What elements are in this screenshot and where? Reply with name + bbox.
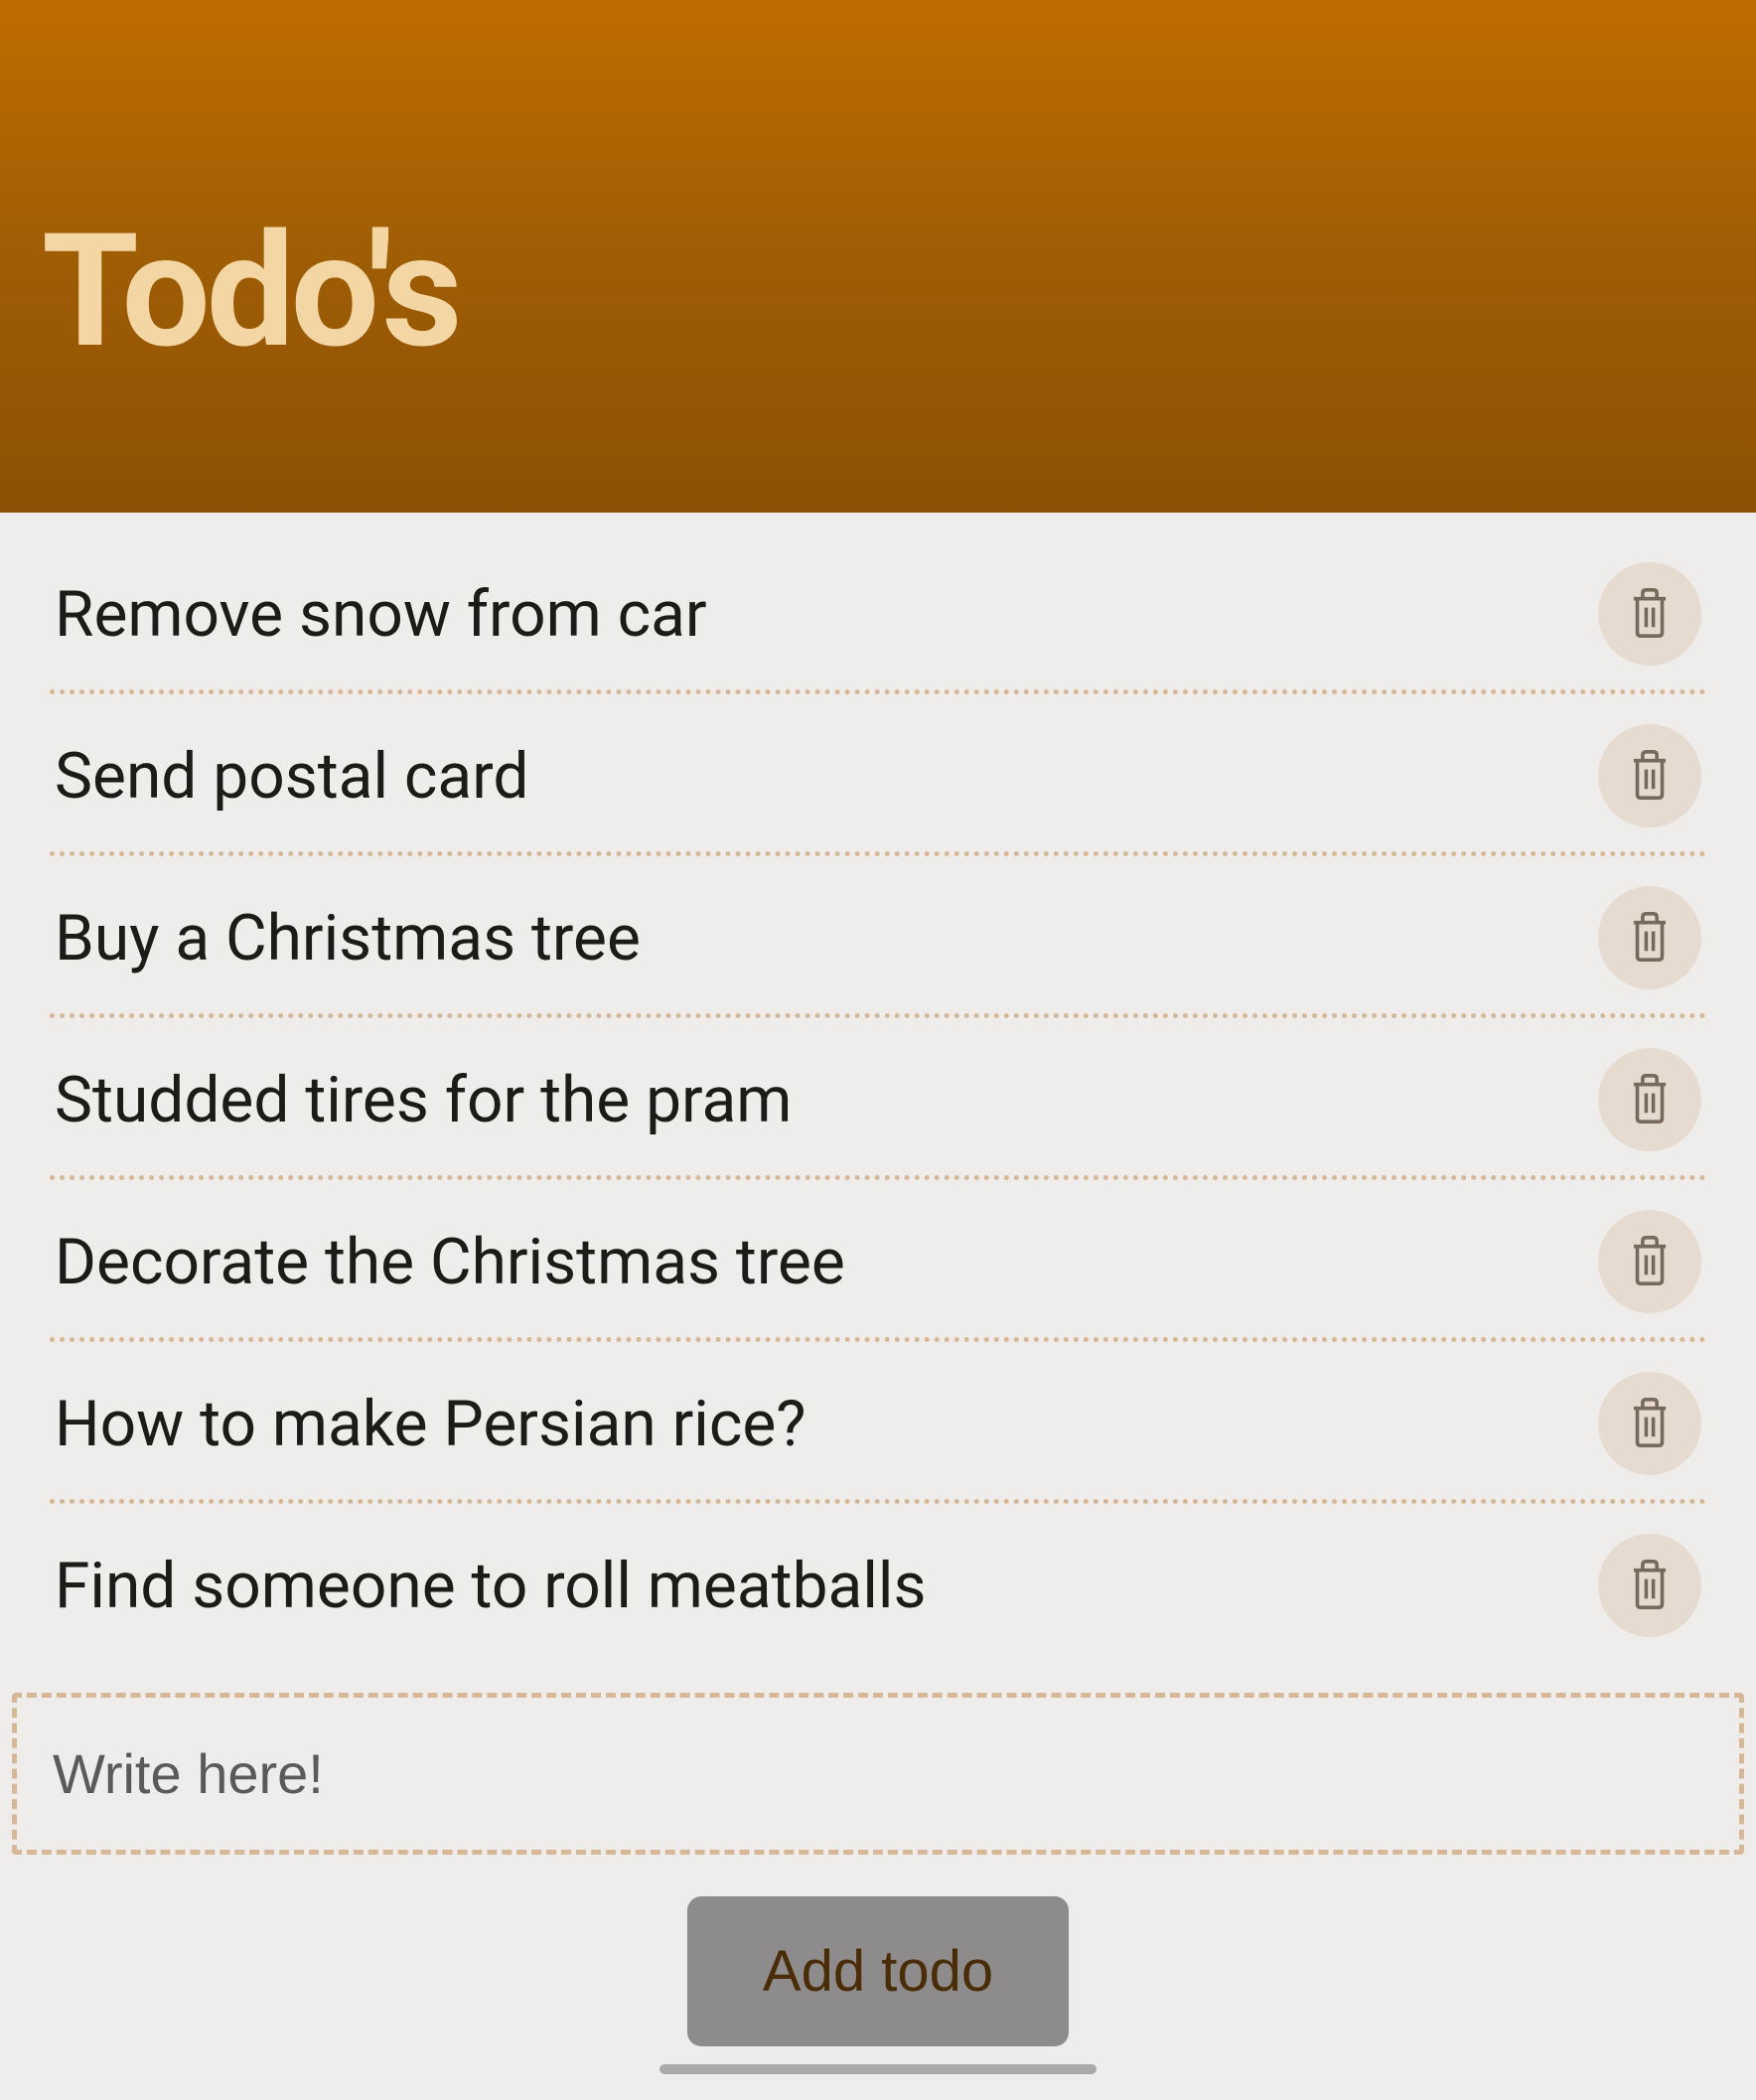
delete-button[interactable] [1598, 1210, 1701, 1313]
todo-text: Buy a Christmas tree [55, 901, 641, 975]
header: Todo's [0, 0, 1756, 513]
trash-icon [1628, 912, 1672, 965]
list-item: Send postal card [50, 694, 1706, 856]
list-item: Decorate the Christmas tree [50, 1180, 1706, 1342]
trash-icon [1628, 1236, 1672, 1288]
list-item: Find someone to roll meatballs [50, 1504, 1706, 1661]
add-todo-button[interactable]: Add todo [687, 1896, 1069, 2046]
list-item: Remove snow from car [50, 532, 1706, 694]
trash-icon [1628, 1560, 1672, 1612]
delete-button[interactable] [1598, 562, 1701, 666]
todo-text: How to make Persian rice? [55, 1387, 806, 1461]
trash-icon [1628, 588, 1672, 641]
todo-text: Decorate the Christmas tree [55, 1225, 845, 1299]
todo-text: Remove snow from car [55, 577, 707, 652]
todo-text: Send postal card [55, 739, 528, 814]
delete-button[interactable] [1598, 1372, 1701, 1475]
input-container [12, 1693, 1744, 1855]
trash-icon [1628, 1074, 1672, 1126]
home-indicator [659, 2064, 1097, 2074]
page-title: Todo's [42, 199, 1714, 383]
list-item: Buy a Christmas tree [50, 856, 1706, 1018]
bottom-indicator-container [0, 2064, 1756, 2074]
todo-text: Find someone to roll meatballs [55, 1549, 926, 1623]
trash-icon [1628, 1398, 1672, 1450]
delete-button[interactable] [1598, 886, 1701, 989]
delete-button[interactable] [1598, 724, 1701, 827]
todo-text: Studded tires for the pram [55, 1063, 792, 1137]
list-item: Studded tires for the pram [50, 1018, 1706, 1180]
trash-icon [1628, 750, 1672, 803]
delete-button[interactable] [1598, 1534, 1701, 1637]
list-item: How to make Persian rice? [50, 1342, 1706, 1504]
new-todo-input[interactable] [53, 1741, 1703, 1806]
button-container: Add todo [0, 1896, 1756, 2046]
todo-list: Remove snow from car Send postal card Bu… [0, 513, 1756, 1661]
delete-button[interactable] [1598, 1048, 1701, 1151]
